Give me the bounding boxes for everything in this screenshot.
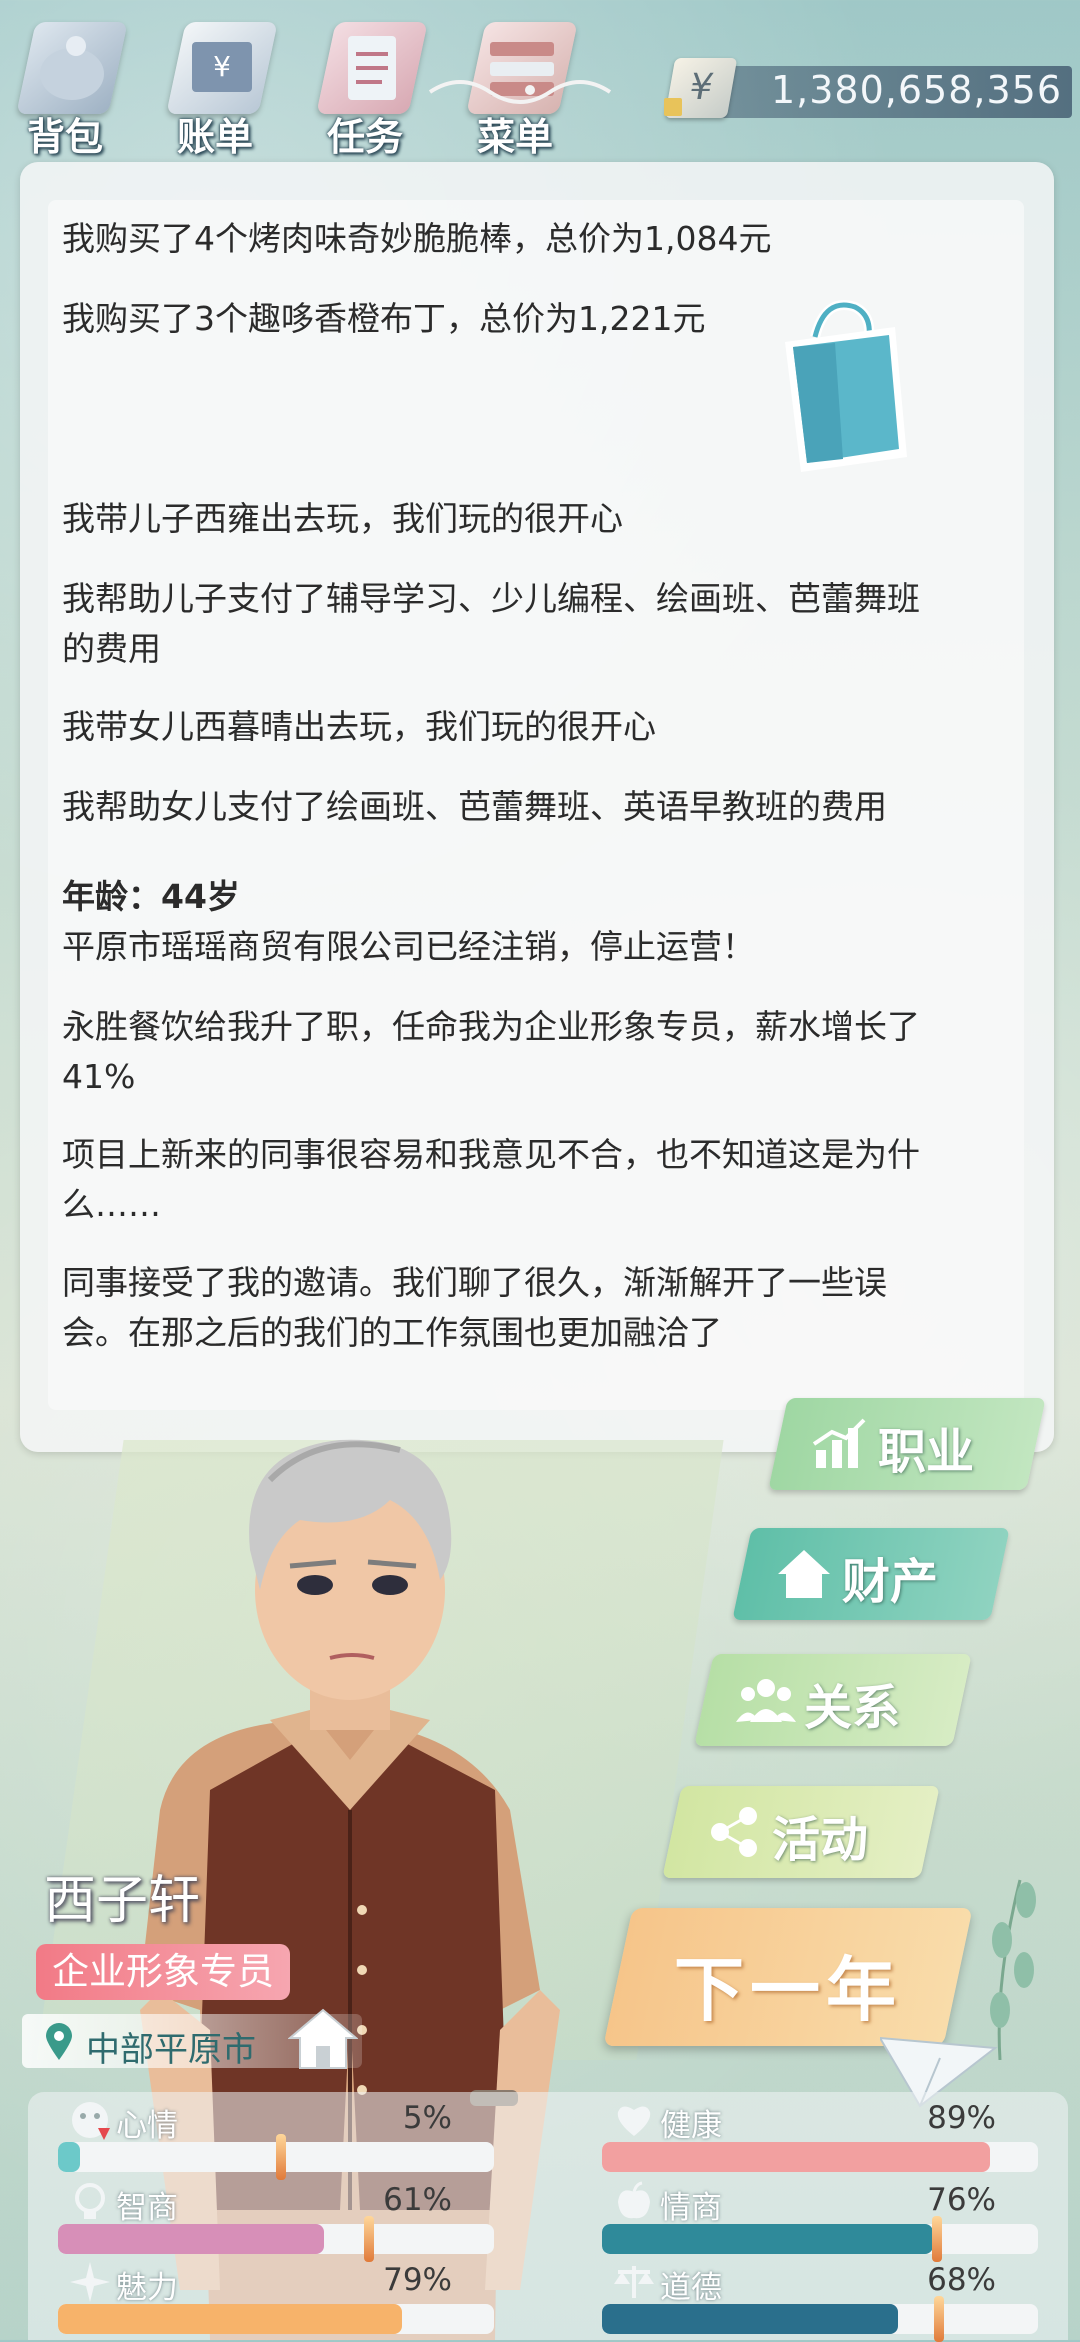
activity-label: 活动 <box>772 1812 869 1868</box>
location-text: 中部平原市 <box>86 2030 256 2070</box>
career-label: 职业 <box>878 1424 975 1480</box>
property-button[interactable]: 财产 <box>732 1528 1010 1620</box>
apple-icon <box>618 2181 650 2219</box>
iq-marker <box>364 2216 374 2262</box>
chart-icon <box>812 1418 866 1468</box>
scales-icon <box>614 2266 654 2298</box>
log-line: 永胜餐饮给我升了职，任命我为企业形象专员，薪水增长了 <box>62 1007 920 1046</box>
log-line: 么…… <box>62 1185 161 1224</box>
nav-backpack-button[interactable]: 背包 <box>0 10 130 160</box>
log-line: 会。在那之后的我们的工作氛围也更加融洽了 <box>62 1313 722 1352</box>
mood-marker <box>276 2134 286 2180</box>
iq-label: 智商 <box>116 2190 178 2226</box>
mood-value: 5% <box>402 2100 452 2136</box>
log-line: 41% <box>62 1057 136 1096</box>
stat-mood: 心情 5% <box>28 2100 494 2180</box>
log-line: 同事接受了我的邀请。我们聊了很久，渐渐解开了一些误 <box>62 1263 887 1302</box>
charm-label: 魅力 <box>116 2270 178 2306</box>
character-name: 西子轩 <box>44 1871 201 1931</box>
backpack-icon <box>16 22 128 114</box>
stat-morality: 道德 68% <box>572 2262 1038 2342</box>
nav-task-label: 任务 <box>326 115 403 159</box>
money-value: 1,380,658,356 <box>770 68 1062 112</box>
svg-text:¥: ¥ <box>213 50 231 83</box>
house-icon <box>778 1550 830 1598</box>
sparkle-icon <box>70 2262 110 2302</box>
log-line: 我带女儿西暮晴出去玩，我们玩的很开心 <box>62 707 656 746</box>
heart-icon <box>617 2106 651 2136</box>
property-label: 财产 <box>842 1554 939 1610</box>
mood-label: 心情 <box>116 2108 178 2144</box>
log-line: 平原市瑶瑶商贸有限公司已经注销，停止运营！ <box>62 927 755 966</box>
activity-icon <box>711 1807 757 1857</box>
log-line: 的费用 <box>62 629 161 668</box>
ornament-divider-icon <box>428 80 612 104</box>
nav-task-button[interactable]: 任务 <box>300 10 430 160</box>
morality-value: 68% <box>927 2262 996 2298</box>
stat-eq: 情商 76% <box>572 2181 1038 2262</box>
activity-button[interactable]: 活动 <box>662 1786 940 1878</box>
nav-backpack-label: 背包 <box>26 115 103 159</box>
relations-label: 关系 <box>804 1680 901 1736</box>
log-line: 我帮助儿子支付了辅导学习、少儿编程、绘画班、芭蕾舞班 <box>62 579 920 618</box>
log-line: 我购买了4个烤肉味奇妙脆脆棒，总价为1,084元 <box>62 219 772 258</box>
morality-label: 道德 <box>660 2270 722 2306</box>
stat-charm: 魅力 79% <box>28 2262 494 2340</box>
coin-icon <box>664 98 682 116</box>
iq-value: 61% <box>383 2182 452 2218</box>
health-value: 89% <box>927 2100 996 2136</box>
eq-label: 情商 <box>660 2190 722 2226</box>
eq-bar-fill <box>602 2224 934 2254</box>
log-line: 我带儿子西雍出去玩，我们玩的很开心 <box>62 499 623 538</box>
job-badge: 企业形象专员 <box>36 1944 290 2000</box>
task-icon <box>316 22 428 114</box>
iq-bar-fill <box>58 2224 324 2254</box>
plant-decoration-icon <box>990 1879 1036 2060</box>
health-bar-fill <box>602 2142 991 2172</box>
bill-icon: ¥ <box>166 22 278 114</box>
charm-bar-fill <box>58 2304 403 2334</box>
morality-bar-fill <box>602 2304 899 2334</box>
people-icon <box>736 1679 796 1722</box>
log-line: 我购买了3个趣哆香橙布丁，总价为1,221元 <box>62 299 706 338</box>
mood-bar-fill <box>58 2142 80 2172</box>
health-label: 健康 <box>660 2108 722 2144</box>
eq-value: 76% <box>927 2182 996 2218</box>
nav-bill-label: 账单 <box>176 115 253 159</box>
smiley-icon <box>72 2102 110 2140</box>
lightbulb-icon <box>75 2183 105 2219</box>
location-pin-icon <box>46 2023 72 2060</box>
age-line: 年龄：44岁 <box>62 877 240 916</box>
nav-bill-button[interactable]: ¥ 账单 <box>150 10 280 160</box>
stat-health: 健康 89% <box>572 2100 1038 2178</box>
career-button[interactable]: 职业 <box>768 1398 1046 1490</box>
morality-marker <box>934 2296 944 2342</box>
nav-menu-label: 菜单 <box>476 115 553 159</box>
relations-button[interactable]: 关系 <box>694 1654 972 1746</box>
stat-iq: 智商 61% <box>28 2182 494 2262</box>
log-line: 项目上新来的同事很容易和我意见不合，也不知道这是为什 <box>62 1135 920 1174</box>
stats-panel: 心情 5% 健康 89% 智商 61% 情商 76% 魅力 79% 道德 68% <box>28 2092 1068 2342</box>
log-line: 我帮助女儿支付了绘画班、芭蕾舞班、英语早教班的费用 <box>62 787 887 826</box>
charm-value: 79% <box>383 2262 452 2298</box>
home-icon[interactable] <box>288 2006 358 2072</box>
eq-marker <box>932 2216 942 2262</box>
